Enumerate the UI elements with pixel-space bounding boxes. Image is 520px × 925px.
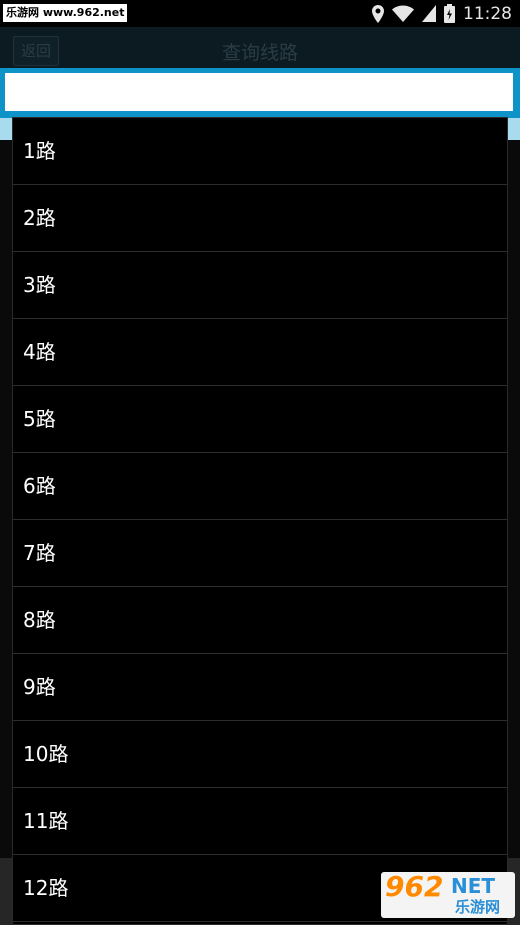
- list-item[interactable]: 5路: [13, 386, 507, 453]
- logo-name: 乐游网: [455, 898, 501, 916]
- list-item[interactable]: 2路: [13, 185, 507, 252]
- site-watermark-tag: 乐游网 www.962.net: [3, 4, 128, 22]
- search-container: [0, 68, 520, 118]
- location-icon: [372, 4, 384, 23]
- clock-time: 11:28: [463, 3, 512, 24]
- page-title: 查询线路: [221, 42, 298, 64]
- route-search-input[interactable]: [5, 73, 513, 111]
- logo-number: 962: [385, 870, 444, 903]
- list-item[interactable]: 9路: [13, 654, 507, 721]
- title-bar: 返回 查询线路: [0, 27, 520, 70]
- route-dropdown-list[interactable]: 1路 2路 3路 4路 5路 6路 7路 8路 9路 10路 11路 12路: [12, 117, 508, 925]
- list-item[interactable]: 10路: [13, 721, 507, 788]
- list-item[interactable]: 6路: [13, 453, 507, 520]
- status-bar: 乐游网 www.962.net 11:28: [0, 0, 520, 27]
- list-item[interactable]: 8路: [13, 587, 507, 654]
- list-item[interactable]: 3路: [13, 252, 507, 319]
- site-logo-watermark: 962 NET 乐游网: [381, 870, 515, 918]
- logo-suffix: NET: [451, 874, 496, 898]
- status-icons: 11:28: [372, 0, 512, 27]
- list-item[interactable]: 7路: [13, 520, 507, 587]
- signal-icon: [422, 5, 436, 22]
- wifi-icon: [392, 5, 414, 22]
- battery-icon: [444, 4, 455, 23]
- list-item[interactable]: 4路: [13, 319, 507, 386]
- list-item[interactable]: 11路: [13, 788, 507, 855]
- list-item[interactable]: 1路: [13, 118, 507, 185]
